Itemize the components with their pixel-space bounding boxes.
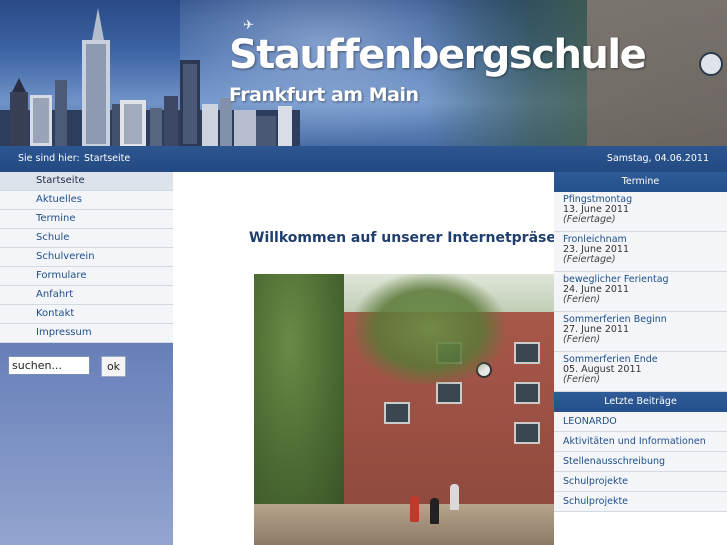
event-category: (Ferien)	[563, 374, 601, 385]
nav-item-kontakt[interactable]: Kontakt	[0, 305, 173, 324]
search-button[interactable]: ok	[101, 356, 126, 377]
photo-window	[514, 342, 540, 364]
nav-item-aktuelles[interactable]: Aktuelles	[0, 191, 173, 210]
photo-window	[514, 382, 540, 404]
latest-posts-heading: Letzte Beiträge	[554, 392, 727, 412]
photo-window	[436, 382, 462, 404]
event-category: (Feiertage)	[563, 254, 616, 265]
photo-window	[514, 422, 540, 444]
event-item[interactable]: Sommerferien Beginn 27. June 2011 (Ferie…	[554, 312, 727, 352]
post-link[interactable]: LEONARDO	[554, 412, 727, 432]
sidebar: Startseite Aktuelles Termine Schule Schu…	[0, 172, 173, 545]
event-category: (Feiertage)	[563, 214, 616, 225]
post-link[interactable]: Schulprojekte	[554, 472, 727, 492]
termine-heading: Termine	[554, 172, 727, 192]
search-input[interactable]	[8, 356, 90, 375]
photo-tree	[254, 274, 344, 504]
nav-item-impressum[interactable]: Impressum	[0, 324, 173, 343]
nav-item-startseite[interactable]: Startseite	[0, 172, 173, 191]
header-banner: ✈ Stauffenbergschule Frankfurt am Main	[0, 0, 727, 146]
event-item[interactable]: Pfingstmontag 13. June 2011 (Feiertage)	[554, 192, 727, 232]
current-date: Samstag, 04.06.2011	[606, 153, 709, 164]
photo-person	[410, 496, 419, 522]
breadcrumb-label: Sie sind hier:	[18, 153, 80, 164]
site-title: Stauffenbergschule	[229, 32, 647, 78]
nav-item-anfahrt[interactable]: Anfahrt	[0, 286, 173, 305]
site-subtitle: Frankfurt am Main	[229, 84, 419, 106]
photo-tree	[354, 274, 504, 384]
photo-window	[384, 402, 410, 424]
nav-item-formulare[interactable]: Formulare	[0, 267, 173, 286]
welcome-heading: Willkommen auf unserer Internetpräsenz	[249, 230, 574, 246]
main-content: Willkommen auf unserer Internetpräsenz	[173, 172, 690, 545]
post-link[interactable]: Stellenausschreibung	[554, 452, 727, 472]
post-link[interactable]: Aktivitäten und Informationen	[554, 432, 727, 452]
nav-item-schule[interactable]: Schule	[0, 229, 173, 248]
event-category: (Ferien)	[563, 334, 601, 345]
airplane-icon: ✈	[243, 18, 254, 33]
breadcrumb-link-startseite[interactable]: Startseite	[84, 153, 130, 164]
clock-icon	[699, 52, 723, 76]
nav-item-schulverein[interactable]: Schulverein	[0, 248, 173, 267]
event-item[interactable]: Sommerferien Ende 05. August 2011 (Ferie…	[554, 352, 727, 392]
breadcrumb: Sie sind hier: Startseite Samstag, 04.06…	[0, 146, 727, 172]
event-item[interactable]: beweglicher Ferientag 24. June 2011 (Fer…	[554, 272, 727, 312]
nav-item-termine[interactable]: Termine	[0, 210, 173, 229]
event-category: (Ferien)	[563, 294, 601, 305]
post-link[interactable]: Schulprojekte	[554, 492, 727, 512]
photo-person	[430, 498, 439, 524]
event-item[interactable]: Fronleichnam 23. June 2011 (Feiertage)	[554, 232, 727, 272]
main-nav: Startseite Aktuelles Termine Schule Schu…	[0, 172, 173, 343]
right-sidebar: Termine Pfingstmontag 13. June 2011 (Fei…	[554, 172, 727, 545]
photo-person	[450, 484, 459, 510]
